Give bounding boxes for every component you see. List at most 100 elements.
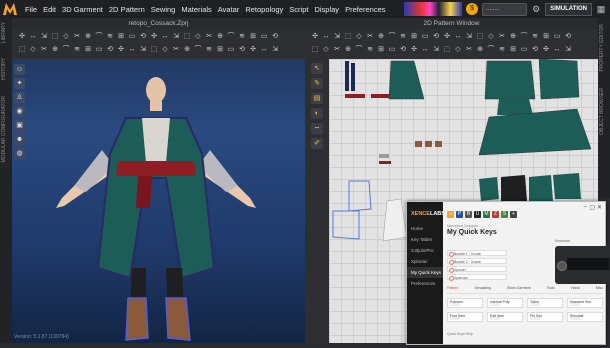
nav-sbjolo-pro[interactable]: S.Bjolo/Pro (407, 245, 443, 256)
toolbar-tool-icon[interactable]: ≋ (205, 46, 213, 54)
toolbar-tool-icon[interactable]: ↔ (553, 46, 561, 54)
toolbar-tool-icon[interactable]: ⇲ (564, 46, 572, 54)
modular-configurator-tab[interactable]: MODULAR CONFIGURATOR (1, 96, 7, 162)
menu-preferences[interactable]: Preferences (342, 5, 388, 14)
library-tab[interactable]: LIBRARY (1, 22, 7, 43)
zbrush-icon[interactable]: Z (492, 211, 499, 218)
toolbar-tool-icon[interactable]: ◇ (29, 46, 37, 54)
toolbar-tool-icon[interactable]: ⊕ (476, 46, 484, 54)
key-card[interactable]: Simulate (567, 312, 603, 322)
toolbar-tool-icon[interactable]: ⊕ (216, 33, 224, 41)
toolbar-tool-icon[interactable]: ⇲ (271, 46, 279, 54)
key-card[interactable]: Pin Seo (527, 312, 563, 322)
toolbar-tool-icon[interactable]: ✣ (249, 46, 257, 54)
toolbar-tool-icon[interactable]: ⇲ (172, 33, 180, 41)
toolbar-tool-icon[interactable]: ⬚ (443, 46, 451, 54)
menu-3d-garment[interactable]: 3D Garment (59, 5, 106, 14)
toolbar-tool-icon[interactable]: ⌒ (95, 33, 103, 41)
toolbar-tool-icon[interactable]: ✂ (333, 46, 341, 54)
toolbar-tool-icon[interactable]: ⬚ (18, 46, 26, 54)
toolbar-tool-icon[interactable]: ⌒ (388, 33, 396, 41)
nav-home[interactable]: Home (407, 223, 443, 234)
menu-edit[interactable]: Edit (40, 5, 59, 14)
toolbar-tool-icon[interactable]: ⟲ (399, 46, 407, 54)
3d-garment-window[interactable]: retopo_Cossack.Zprj ✣ ↔ ⇲ ⬚ ◇ ✂ ⊕ ⌒ ≋ ⊞ ▭ ⟲ ✣ ↔ ⇲ ⬚ ◇ ✂ ⊕ ⌒… (12, 18, 305, 343)
light-icon[interactable]: ✦ (14, 78, 25, 89)
tab-pattern[interactable]: Pattern (447, 286, 458, 293)
toolbar-tool-icon[interactable]: ⟲ (432, 33, 440, 41)
texture-icon[interactable]: ▣ (14, 120, 25, 131)
toolbar-tool-icon[interactable]: ⊞ (117, 33, 125, 41)
toolbar-tool-icon[interactable]: ⇲ (139, 46, 147, 54)
key-card[interactable]: Segment Seo (567, 298, 603, 308)
toolbar-tool-icon[interactable]: ✣ (311, 33, 319, 41)
toolbar-tool-icon[interactable]: ⌒ (62, 46, 70, 54)
tab-simulating[interactable]: Simulating (475, 286, 491, 293)
key-list-item[interactable]: Bundle 2 · Xcane (447, 258, 507, 265)
toolbar-tool-icon[interactable]: ⊞ (377, 46, 385, 54)
toolbar-tool-icon[interactable]: ✂ (40, 46, 48, 54)
substance-icon[interactable]: S (501, 211, 508, 218)
menu-avatar[interactable]: Avatar (215, 5, 243, 14)
toolbar-tool-icon[interactable]: ↔ (29, 33, 37, 41)
toolbar-tool-icon[interactable]: ↔ (421, 46, 429, 54)
property-editor-tab[interactable]: PROPERTY EDITOR (599, 24, 605, 72)
toolbar-tool-icon[interactable]: ◇ (161, 46, 169, 54)
toolbar-tool-icon[interactable]: ↔ (260, 46, 268, 54)
toolbar-tool-icon[interactable]: ⬚ (183, 33, 191, 41)
sun-icon[interactable]: ☼ (447, 211, 454, 218)
select-icon[interactable]: ↖ (311, 63, 323, 74)
toolbar-tool-icon[interactable]: ≋ (366, 46, 374, 54)
menu-retopology[interactable]: Retopology (242, 5, 286, 14)
toolbar-tool-icon[interactable]: ▭ (520, 46, 528, 54)
toolbar-tool-icon[interactable]: ⬚ (150, 46, 158, 54)
toolbar-tool-icon[interactable]: ≋ (399, 33, 407, 41)
object-browser-tab[interactable]: OBJECT BROWSER (599, 88, 605, 135)
toolbar-tool-icon[interactable]: ⟲ (531, 46, 539, 54)
keyboard-device[interactable] (555, 246, 610, 284)
toolbar-tool-icon[interactable]: ≋ (106, 33, 114, 41)
menu-file[interactable]: File (22, 5, 40, 14)
toolbar-tool-icon[interactable]: ⌒ (355, 46, 363, 54)
toolbar-tool-icon[interactable]: ↔ (454, 33, 462, 41)
toolbar-tool-icon[interactable]: ⊕ (344, 46, 352, 54)
shell-icon[interactable]: ◍ (14, 148, 25, 159)
nav-my-quick-keys[interactable]: My Quick Keys (407, 267, 443, 278)
toolbar-tool-icon[interactable]: ✣ (18, 33, 26, 41)
help-link[interactable]: Quick Keys Help (447, 332, 473, 336)
toolbar-tool-icon[interactable]: ◇ (454, 46, 462, 54)
toolbar-tool-icon[interactable]: ⊞ (509, 46, 517, 54)
toolbar-tool-icon[interactable]: ⊞ (216, 46, 224, 54)
toolbar-tool-icon[interactable]: ⊕ (84, 33, 92, 41)
toolbar-tool-icon[interactable]: ◇ (355, 33, 363, 41)
person-icon[interactable]: ♙ (14, 92, 25, 103)
toolbar-tool-icon[interactable]: ⟲ (238, 46, 246, 54)
toolbar-tool-icon[interactable]: ↔ (322, 33, 330, 41)
toolbar-tool-icon[interactable]: ⌒ (194, 46, 202, 54)
toolbar-tool-icon[interactable]: ⇲ (40, 33, 48, 41)
edit-pattern-icon[interactable]: ✎ (311, 78, 323, 89)
toolbar-tool-icon[interactable]: ⊕ (509, 33, 517, 41)
toolbar-tool-icon[interactable]: ⟲ (564, 33, 572, 41)
toolbar-tool-icon[interactable]: ⌒ (520, 33, 528, 41)
blender-icon[interactable]: B (465, 211, 472, 218)
toolbar-tool-icon[interactable]: ⊞ (542, 33, 550, 41)
toolbar-tool-icon[interactable]: ⬚ (344, 33, 352, 41)
toolbar-tool-icon[interactable]: ▭ (421, 33, 429, 41)
menu-script[interactable]: Script (286, 5, 311, 14)
key-card[interactable]: Free Sew (447, 312, 483, 322)
tab-hand[interactable]: Hand (571, 286, 579, 293)
tab-show-garment[interactable]: Show Garment (507, 286, 530, 293)
toolbar-tool-icon[interactable]: ⊕ (183, 46, 191, 54)
toolbar-tool-icon[interactable]: ⟲ (139, 33, 147, 41)
toolbar-tool-icon[interactable]: ✣ (117, 46, 125, 54)
toolbar-tool-icon[interactable]: ⬚ (51, 33, 59, 41)
toolbar-tool-icon[interactable]: ⇲ (465, 33, 473, 41)
unreal-icon[interactable]: U (474, 211, 481, 218)
key-list-item[interactable]: Bundle 1 · Xcode (447, 250, 507, 257)
toolbar-tool-icon[interactable]: ✂ (465, 46, 473, 54)
toolbar-tool-icon[interactable]: ✣ (443, 33, 451, 41)
tab-tools[interactable]: Tools (547, 286, 555, 293)
toolbar-tool-icon[interactable]: ⬚ (311, 46, 319, 54)
head-icon[interactable]: ☻ (14, 134, 25, 145)
